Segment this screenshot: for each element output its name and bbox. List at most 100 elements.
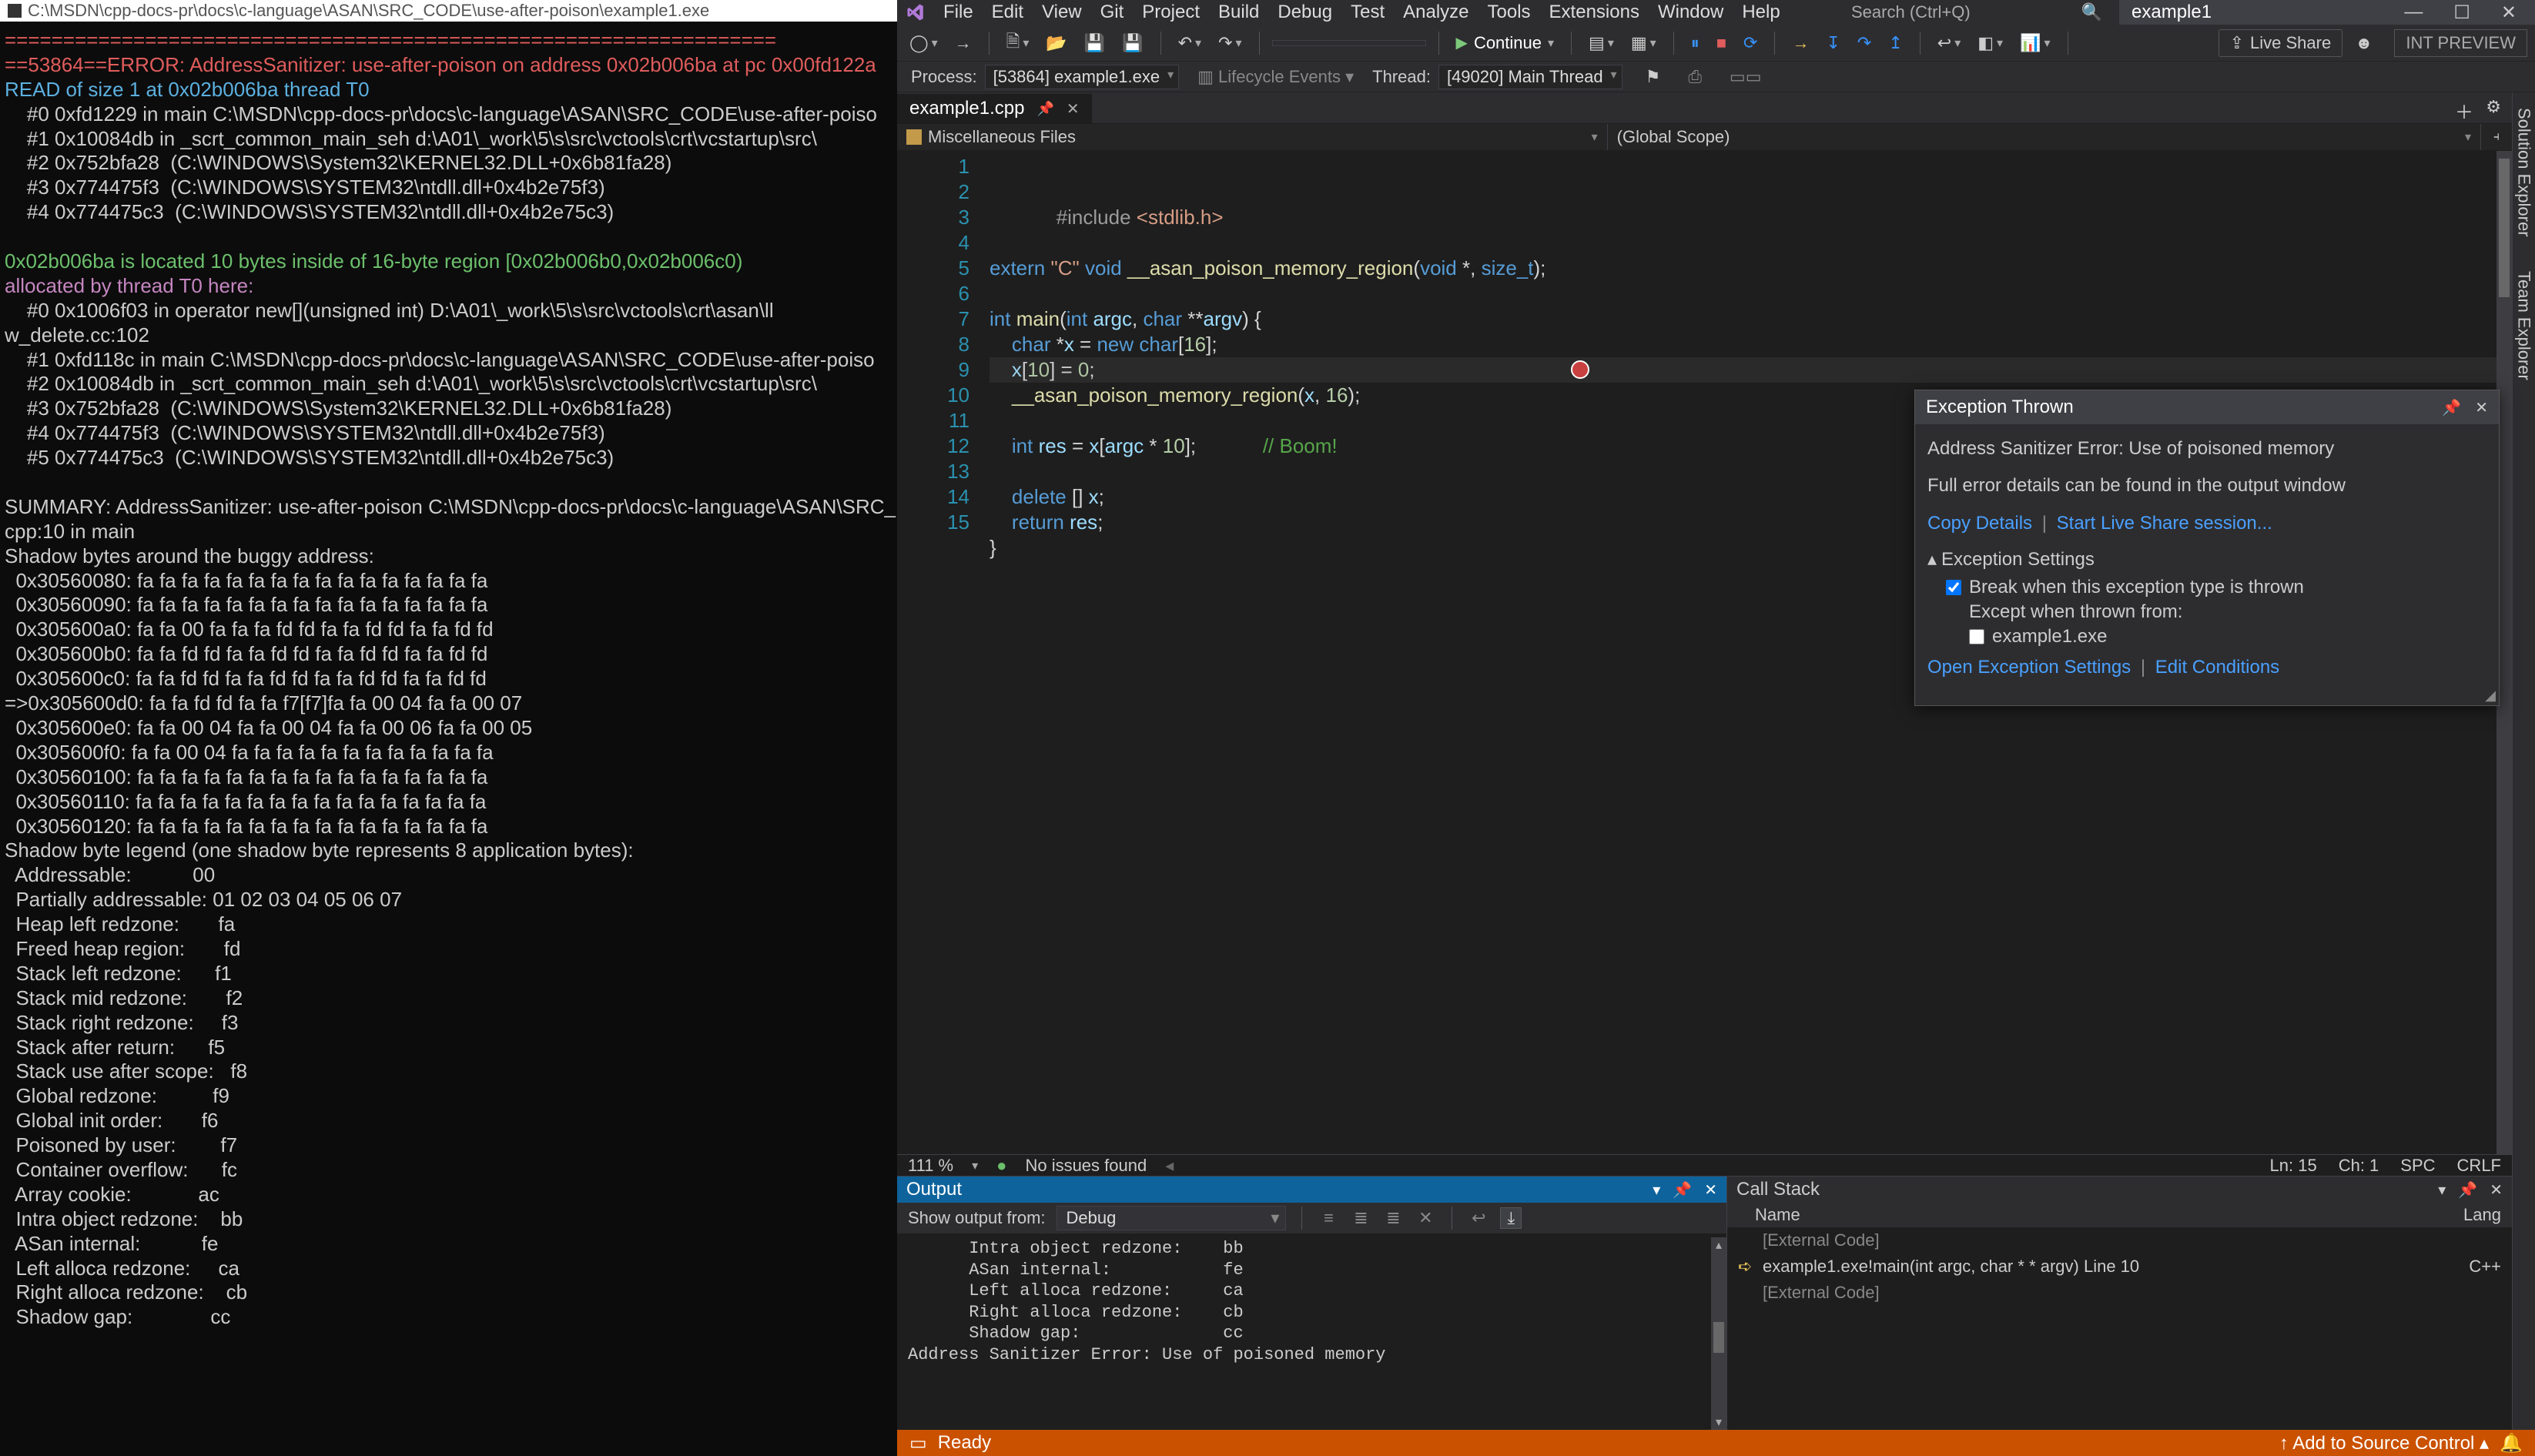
exception-settings-header[interactable]: Exception Settings [1941,549,2095,571]
except-exe-checkbox[interactable] [1969,629,1984,644]
console-output[interactable]: ========================================… [0,22,897,1456]
menu-test[interactable]: Test [1343,0,1392,26]
call-stack-row[interactable]: [External Code] [1727,1280,2512,1306]
split-editor-icon[interactable]: ⫞ [2481,124,2512,150]
threads-view-icon[interactable]: ▭▭ [1725,65,1766,89]
output-pin-icon[interactable]: 📌 [1673,1180,1692,1200]
menu-analyze[interactable]: Analyze [1395,0,1476,26]
pause-button[interactable]: ⏸ [1686,31,1704,55]
config-dropdown[interactable] [1272,40,1426,46]
int-preview-badge[interactable]: INT PREVIEW [2394,29,2527,57]
eol-indicator[interactable]: CRLF [2457,1156,2501,1176]
menu-edit[interactable]: Edit [984,0,1031,26]
tab-settings-icon[interactable]: ⚙ [2486,97,2501,117]
continue-button[interactable]: ▶Continue▾ [1452,31,1559,55]
output-close-icon[interactable]: ✕ [1704,1180,1717,1200]
menu-view[interactable]: View [1034,0,1090,26]
popup-pin-icon[interactable]: 📌 [2442,398,2461,417]
nav-back-button[interactable]: ◯▾ [905,31,943,55]
new-project-icon[interactable]: 🗎▾ [1002,26,1034,60]
maximize-button[interactable]: ☐ [2453,2,2470,24]
col-indicator[interactable]: Ch: 1 [2339,1156,2379,1176]
stop-button[interactable]: ■ [1712,31,1731,55]
undo-button[interactable]: ↶▾ [1174,31,1206,55]
solution-explorer-tab[interactable]: Solution Explorer [2513,100,2535,245]
menu-build[interactable]: Build [1211,0,1267,26]
feedback-icon[interactable]: ☻ [2350,31,2377,55]
menu-debug[interactable]: Debug [1270,0,1340,26]
debug-windows-icon[interactable]: ▦▾ [1626,31,1661,55]
output-pane-title[interactable]: Output ▾ 📌 ✕ [897,1177,1726,1203]
callstack-pin-icon[interactable]: 📌 [2458,1180,2477,1200]
callstack-close-icon[interactable]: ✕ [2490,1180,2503,1200]
save-icon[interactable]: 💾 [1080,31,1110,55]
menu-file[interactable]: File [936,0,981,26]
call-stack-row[interactable]: [External Code] [1727,1227,2512,1253]
output-text[interactable]: Intra object redzone: bb ASan internal: … [897,1233,1726,1430]
call-stack-row[interactable]: ➪example1.exe!main(int argc, char * * ar… [1727,1253,2512,1280]
type-scope-dropdown[interactable]: (Global Scope) [1608,124,2481,150]
process-dropdown[interactable]: [53864] example1.exe [985,65,1180,89]
output-prev-icon[interactable]: ≣ [1350,1207,1371,1229]
menu-window[interactable]: Window [1650,0,1731,26]
open-file-icon[interactable]: 📂 [1041,31,1071,55]
step-over-icon[interactable]: ↷ [1853,31,1876,55]
close-tab-icon[interactable]: ✕ [1067,99,1080,119]
copy-details-link[interactable]: Copy Details [1927,513,2032,534]
pin-tab-icon[interactable]: 📌 [1036,101,1053,117]
call-stack-title[interactable]: Call Stack ▾ 📌 ✕ [1727,1177,2512,1203]
exception-glyph-icon[interactable] [1571,360,1589,379]
live-share-button[interactable]: ⇪ Live Share [2219,29,2343,57]
output-clear-icon[interactable]: ✕ [1415,1207,1436,1229]
output-scrollbar[interactable]: ▴ ▾ [1711,1237,1726,1430]
output-dropdown-icon[interactable]: ▾ [1653,1180,1660,1200]
start-live-share-link[interactable]: Start Live Share session... [2057,513,2272,534]
cs-col-lang[interactable]: Lang [2463,1205,2501,1225]
call-stack-body[interactable]: [External Code]➪example1.exe!main(int ar… [1727,1227,2512,1430]
document-tab-example1[interactable]: example1.cpp 📌 ✕ [897,94,1092,123]
issues-text[interactable]: No issues found [1025,1156,1147,1176]
line-indicator[interactable]: Ln: 15 [2270,1156,2317,1176]
team-explorer-tab[interactable]: Team Explorer [2513,263,2535,388]
project-scope-dropdown[interactable]: Miscellaneous Files [897,124,1608,150]
nav-fwd-button[interactable]: → [950,31,976,55]
close-button[interactable]: ✕ [2501,2,2517,24]
show-next-statement-icon[interactable]: → [1787,31,1813,55]
open-exception-settings-link[interactable]: Open Exception Settings [1927,657,2131,678]
output-wrap-icon[interactable]: ↩ [1468,1207,1489,1229]
menu-tools[interactable]: Tools [1480,0,1539,26]
intellitrace-icon[interactable]: ◧▾ [1973,31,2008,55]
cs-col-name[interactable]: Name [1755,1205,1800,1225]
lifecycle-events-button[interactable]: ▥ Lifecycle Events ▾ [1197,67,1354,87]
resize-grip-icon[interactable]: ◢ [2485,688,2496,704]
restart-button[interactable]: ⟳ [1739,31,1762,55]
output-source-dropdown[interactable]: Debug [1057,1206,1287,1230]
diagnostic-tools-icon[interactable]: 📊▾ [2015,31,2054,55]
zoom-level[interactable]: 111 % [908,1156,953,1176]
menu-extensions[interactable]: Extensions [1542,0,1647,26]
solution-title-tab[interactable]: example1 [2119,0,2381,25]
add-source-control-button[interactable]: ↑ Add to Source Control ▴ [2279,1432,2489,1454]
output-auto-scroll-icon[interactable]: ⤓ [1500,1207,1522,1229]
indent-indicator[interactable]: SPC [2400,1156,2435,1176]
output-find-icon[interactable]: ≡ [1318,1207,1339,1229]
thread-dropdown[interactable]: [49020] Main Thread [1438,65,1622,89]
apply-changes-icon[interactable]: ↩▾ [1933,31,1965,55]
save-all-icon[interactable]: 💾 [1117,31,1147,55]
notifications-icon[interactable]: 🔔 [2500,1432,2523,1454]
step-out-icon[interactable]: ↥ [1884,31,1907,55]
popup-close-icon[interactable]: ✕ [2475,398,2488,417]
stack-frame-icon[interactable]: ⎙ [1683,65,1706,89]
new-tab-button[interactable]: ＋ [2455,97,2473,124]
minimize-button[interactable]: — [2404,2,2423,23]
menu-project[interactable]: Project [1134,0,1207,26]
output-next-icon[interactable]: ≣ [1382,1207,1404,1229]
menu-git[interactable]: Git [1093,0,1132,26]
edit-conditions-link[interactable]: Edit Conditions [2155,657,2279,678]
step-into-icon[interactable]: ↧ [1821,31,1844,55]
debug-target-icon[interactable]: ▤▾ [1584,31,1619,55]
settings-chevron-icon[interactable]: ▴ [1927,548,1937,571]
menu-help[interactable]: Help [1734,0,1787,26]
flag-icon[interactable]: ⚑ [1641,65,1666,89]
break-checkbox[interactable] [1946,580,1961,595]
